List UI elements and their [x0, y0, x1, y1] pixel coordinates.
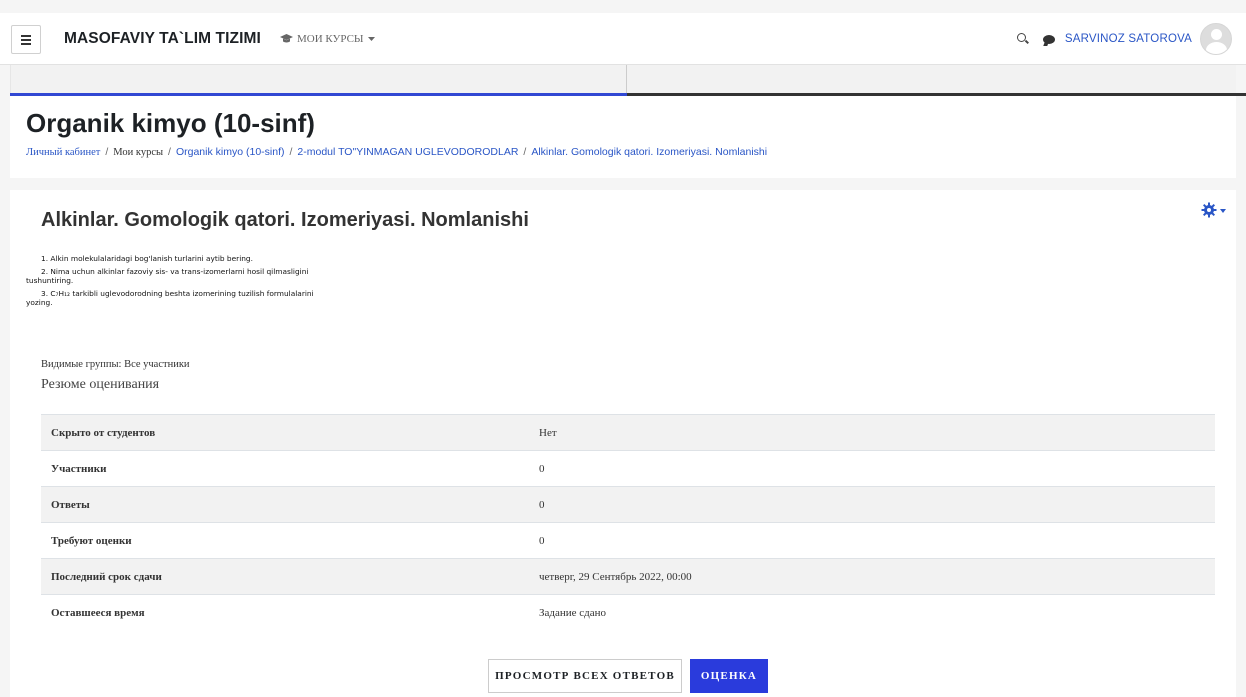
row-value: Задание сдано [539, 606, 607, 619]
breadcrumb-course[interactable]: Organik kimyo (10-sinf) [176, 146, 285, 158]
user-menu-name[interactable]: SARVINOZ SATOROVA [1065, 33, 1192, 45]
site-brand[interactable]: MASOFAVIY TA`LIM TIZIMI [64, 30, 261, 48]
row-label: Ответы [51, 498, 90, 511]
search-icon[interactable] [1015, 31, 1031, 47]
course-progress-area [10, 65, 1236, 95]
breadcrumb-separator: / [523, 146, 527, 158]
row-value: 0 [539, 462, 545, 475]
breadcrumb-module[interactable]: 2-modul TO"YINMAGAN UGLEVODORODLAR [297, 146, 518, 158]
hamburger-menu-button[interactable] [11, 25, 41, 54]
action-buttons: ПРОСМОТР ВСЕХ ОТВЕТОВ ОЦЕНКА [488, 659, 768, 693]
gear-icon [1201, 202, 1217, 218]
my-courses-label: МОИ КУРСЫ [297, 33, 364, 45]
row-label: Оставшееся время [51, 606, 145, 619]
table-row: Ответы 0 [41, 486, 1215, 523]
row-value: Нет [539, 426, 557, 439]
breadcrumb-separator: / [168, 146, 171, 158]
page-title: Organik kimyo (10-sinf) [26, 108, 315, 138]
chevron-down-icon [367, 36, 375, 41]
grading-summary-table: Скрыто от студентов Нет Участники 0 Отве… [41, 414, 1215, 631]
navbar-right-tools: SARVINOZ SATOROVA [1015, 23, 1232, 55]
breadcrumb-separator: / [105, 146, 109, 158]
view-all-submissions-button[interactable]: ПРОСМОТР ВСЕХ ОТВЕТОВ [488, 659, 682, 693]
main-content: Alkinlar. Gomologik qatori. Izomeriyasi.… [10, 190, 1236, 697]
row-label: Последний срок сдачи [51, 570, 162, 583]
question-item: 2. Nima uchun alkinlar fazoviy sis- va t… [26, 267, 426, 285]
chevron-down-icon [1220, 209, 1226, 213]
top-navbar: MASOFAVIY TA`LIM TIZIMI МОИ КУРСЫ SARVIN… [0, 13, 1246, 65]
grading-summary-title: Резюме оценивания [41, 377, 160, 392]
page-header: Organik kimyo (10-sinf) Личный кабинет /… [10, 96, 1236, 178]
my-courses-menu[interactable]: МОИ КУРСЫ [280, 33, 375, 45]
graduation-cap-icon [280, 34, 293, 43]
row-value: 0 [539, 534, 545, 547]
breadcrumb-dashboard[interactable]: Личный кабинет [26, 147, 100, 158]
row-label: Скрыто от студентов [51, 426, 156, 439]
grade-button[interactable]: ОЦЕНКА [690, 659, 768, 693]
breadcrumb-activity[interactable]: Alkinlar. Gomologik qatori. Izomeriyasi.… [531, 146, 767, 158]
row-label: Требуют оценки [51, 534, 132, 547]
question-text-continued: yozing. [26, 298, 53, 307]
breadcrumb-my-courses: Мои курсы [113, 146, 164, 158]
row-value: четверг, 29 Сентябрь 2022, 00:00 [539, 570, 692, 583]
activity-title: Alkinlar. Gomologik qatori. Izomeriyasi.… [41, 209, 529, 231]
visible-groups: Видимые группы: Все участники [41, 359, 190, 370]
activity-settings-menu[interactable] [1201, 202, 1226, 218]
hamburger-icon [21, 34, 31, 46]
question-text: 1. Alkin molekulalaridagi bog'lanish tur… [41, 254, 253, 263]
table-row: Скрыто от студентов Нет [41, 414, 1215, 451]
question-text-continued: tushuntiring. [26, 276, 74, 285]
progress-divider [626, 65, 627, 95]
table-row: Участники 0 [41, 450, 1215, 487]
activity-description: 1. Alkin molekulalaridagi bog'lanish tur… [26, 254, 426, 311]
chat-icon[interactable] [1042, 34, 1055, 44]
table-row: Требуют оценки 0 [41, 522, 1215, 559]
question-text: 2. Nima uchun alkinlar fazoviy sis- va t… [41, 267, 309, 276]
breadcrumb: Личный кабинет / Мои курсы / Organik kim… [26, 146, 767, 158]
table-row: Оставшееся время Задание сдано [41, 594, 1215, 631]
breadcrumb-separator: / [289, 146, 293, 158]
question-item: 1. Alkin molekulalaridagi bog'lanish tur… [26, 254, 426, 263]
avatar[interactable] [1200, 23, 1232, 55]
row-value: 0 [539, 498, 545, 511]
table-row: Последний срок сдачи четверг, 29 Сентябр… [41, 558, 1215, 595]
row-label: Участники [51, 462, 107, 475]
question-item: 3. C₇H₁₂ tarkibli uglevodorodning beshta… [26, 289, 426, 307]
question-text: 3. C₇H₁₂ tarkibli uglevodorodning beshta… [41, 289, 314, 298]
